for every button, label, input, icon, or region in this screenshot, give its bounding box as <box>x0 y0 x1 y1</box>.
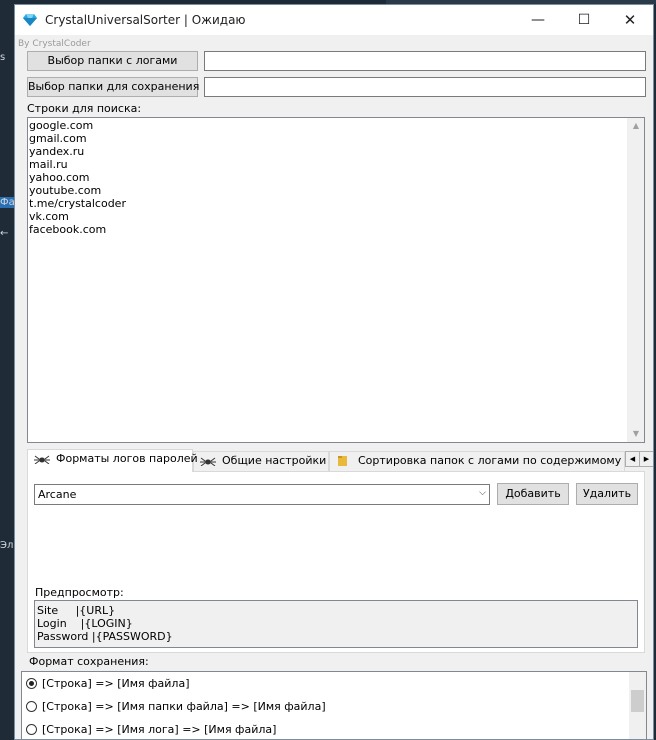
tab-general-settings[interactable]: Общие настройки <box>193 451 329 471</box>
search-string-line: vk.com <box>29 210 69 223</box>
search-strings-list: google.com gmail.com yandex.ru mail.ru yahoo… <box>29 119 126 236</box>
save-format-option[interactable]: [Строка] => [Имя лога] => [Имя файла] <box>26 722 276 738</box>
background-text: Эл <box>0 540 14 551</box>
author-byline: By CrystalCoder <box>18 39 91 49</box>
chevron-down-icon[interactable]: ⌵ <box>479 488 486 498</box>
preview-label: Предпросмотр: <box>35 586 124 599</box>
search-string-line: mail.ru <box>29 158 68 171</box>
search-string-line: yandex.ru <box>29 145 85 158</box>
search-scrollbar[interactable]: ▲ ▼ <box>627 118 644 442</box>
search-string-line: google.com <box>29 119 94 132</box>
save-format-option-label: [Строка] => [Имя лога] => [Имя файла] <box>42 723 277 736</box>
title-bar[interactable]: CrystalUniversalSorter | Ожидаю — ☐ ✕ <box>15 5 653 35</box>
radio-button[interactable] <box>26 701 37 712</box>
tab-label: Общие настройки <box>222 454 327 467</box>
scroll-up-icon[interactable]: ▲ <box>628 118 644 134</box>
save-format-option-label: [Строка] => [Имя папки файла] => [Имя фа… <box>42 700 326 713</box>
background-text: s <box>0 52 6 63</box>
search-string-line: yahoo.com <box>29 171 90 184</box>
maximize-button[interactable]: ☐ <box>561 5 607 35</box>
search-strings-label: Строки для поиска: <box>27 102 142 115</box>
save-format-option-label: [Строка] => [Имя файла] <box>42 677 190 690</box>
logs-folder-path-field[interactable] <box>204 51 646 71</box>
scroll-down-icon[interactable]: ▼ <box>628 426 644 442</box>
add-format-button[interactable]: Добавить <box>497 483 569 505</box>
background-arrow-icon: ← <box>0 228 9 239</box>
background-desktop-strip <box>0 0 14 740</box>
tab-scroll-left-icon[interactable]: ◀ <box>625 451 640 467</box>
tab-password-log-formats[interactable]: Форматы логов паролей <box>27 449 198 472</box>
scroll-thumb[interactable] <box>631 690 644 712</box>
minimize-button[interactable]: — <box>515 5 561 35</box>
save-format-label: Формат сохранения: <box>29 655 149 668</box>
save-format-option[interactable]: [Строка] => [Имя файла] <box>26 676 190 692</box>
tab-scroll-right-icon[interactable]: ▶ <box>639 451 653 467</box>
search-string-line: youtube.com <box>29 184 102 197</box>
search-string-line: gmail.com <box>29 132 87 145</box>
format-select[interactable]: Arcane ⌵ <box>34 484 490 505</box>
app-window: CrystalUniversalSorter | Ожидаю — ☐ ✕ By… <box>14 4 654 740</box>
crystal-icon <box>23 13 37 30</box>
save-folder-path-field[interactable] <box>204 77 646 97</box>
tab-label: Форматы логов паролей <box>56 452 198 465</box>
radio-button[interactable] <box>26 678 37 689</box>
close-button[interactable]: ✕ <box>607 5 653 35</box>
tab-label: Сортировка папок с логами по содержимому… <box>358 454 624 467</box>
window-title: CrystalUniversalSorter | Ожидаю <box>45 13 246 27</box>
format-select-value: Arcane <box>38 488 77 501</box>
spider-icon <box>34 455 50 464</box>
save-format-scrollbar[interactable] <box>629 672 646 739</box>
search-string-line: t.me/crystalcoder <box>29 197 126 210</box>
tab-sort-log-folders[interactable]: Сортировка папок с логами по содержимому… <box>329 451 625 471</box>
formats-tab-panel: Arcane ⌵ Добавить Удалить Предпросмотр: … <box>27 471 645 653</box>
delete-format-button[interactable]: Удалить <box>576 483 638 505</box>
preview-line: Site |{URL} <box>37 604 116 617</box>
preview-box: Site |{URL} Login |{LOGIN} Password |{PASS… <box>34 600 638 648</box>
spider-icon <box>200 457 216 466</box>
preview-line: Password |{PASSWORD} <box>37 630 173 643</box>
settings-tabs: Форматы логов паролей Общие настройки Со… <box>27 449 653 472</box>
search-string-line: facebook.com <box>29 223 107 236</box>
preview-lines: Site |{URL} Login |{LOGIN} Password |{PASS… <box>37 604 173 643</box>
save-format-list: [Строка] => [Имя файла] [Строка] => [Имя … <box>21 671 647 739</box>
select-save-folder-button[interactable]: Выбор папки для сохранения <box>27 77 199 97</box>
folder-icon <box>338 456 347 466</box>
save-format-option[interactable]: [Строка] => [Имя папки файла] => [Имя фа… <box>26 699 326 715</box>
select-logs-folder-button[interactable]: Выбор папки с логами <box>27 51 198 71</box>
radio-button[interactable] <box>26 724 37 735</box>
background-text: Фа <box>0 197 14 208</box>
preview-line: Login |{LOGIN} <box>37 617 133 630</box>
search-strings-textarea[interactable]: google.com gmail.com yandex.ru mail.ru yahoo… <box>27 117 645 443</box>
